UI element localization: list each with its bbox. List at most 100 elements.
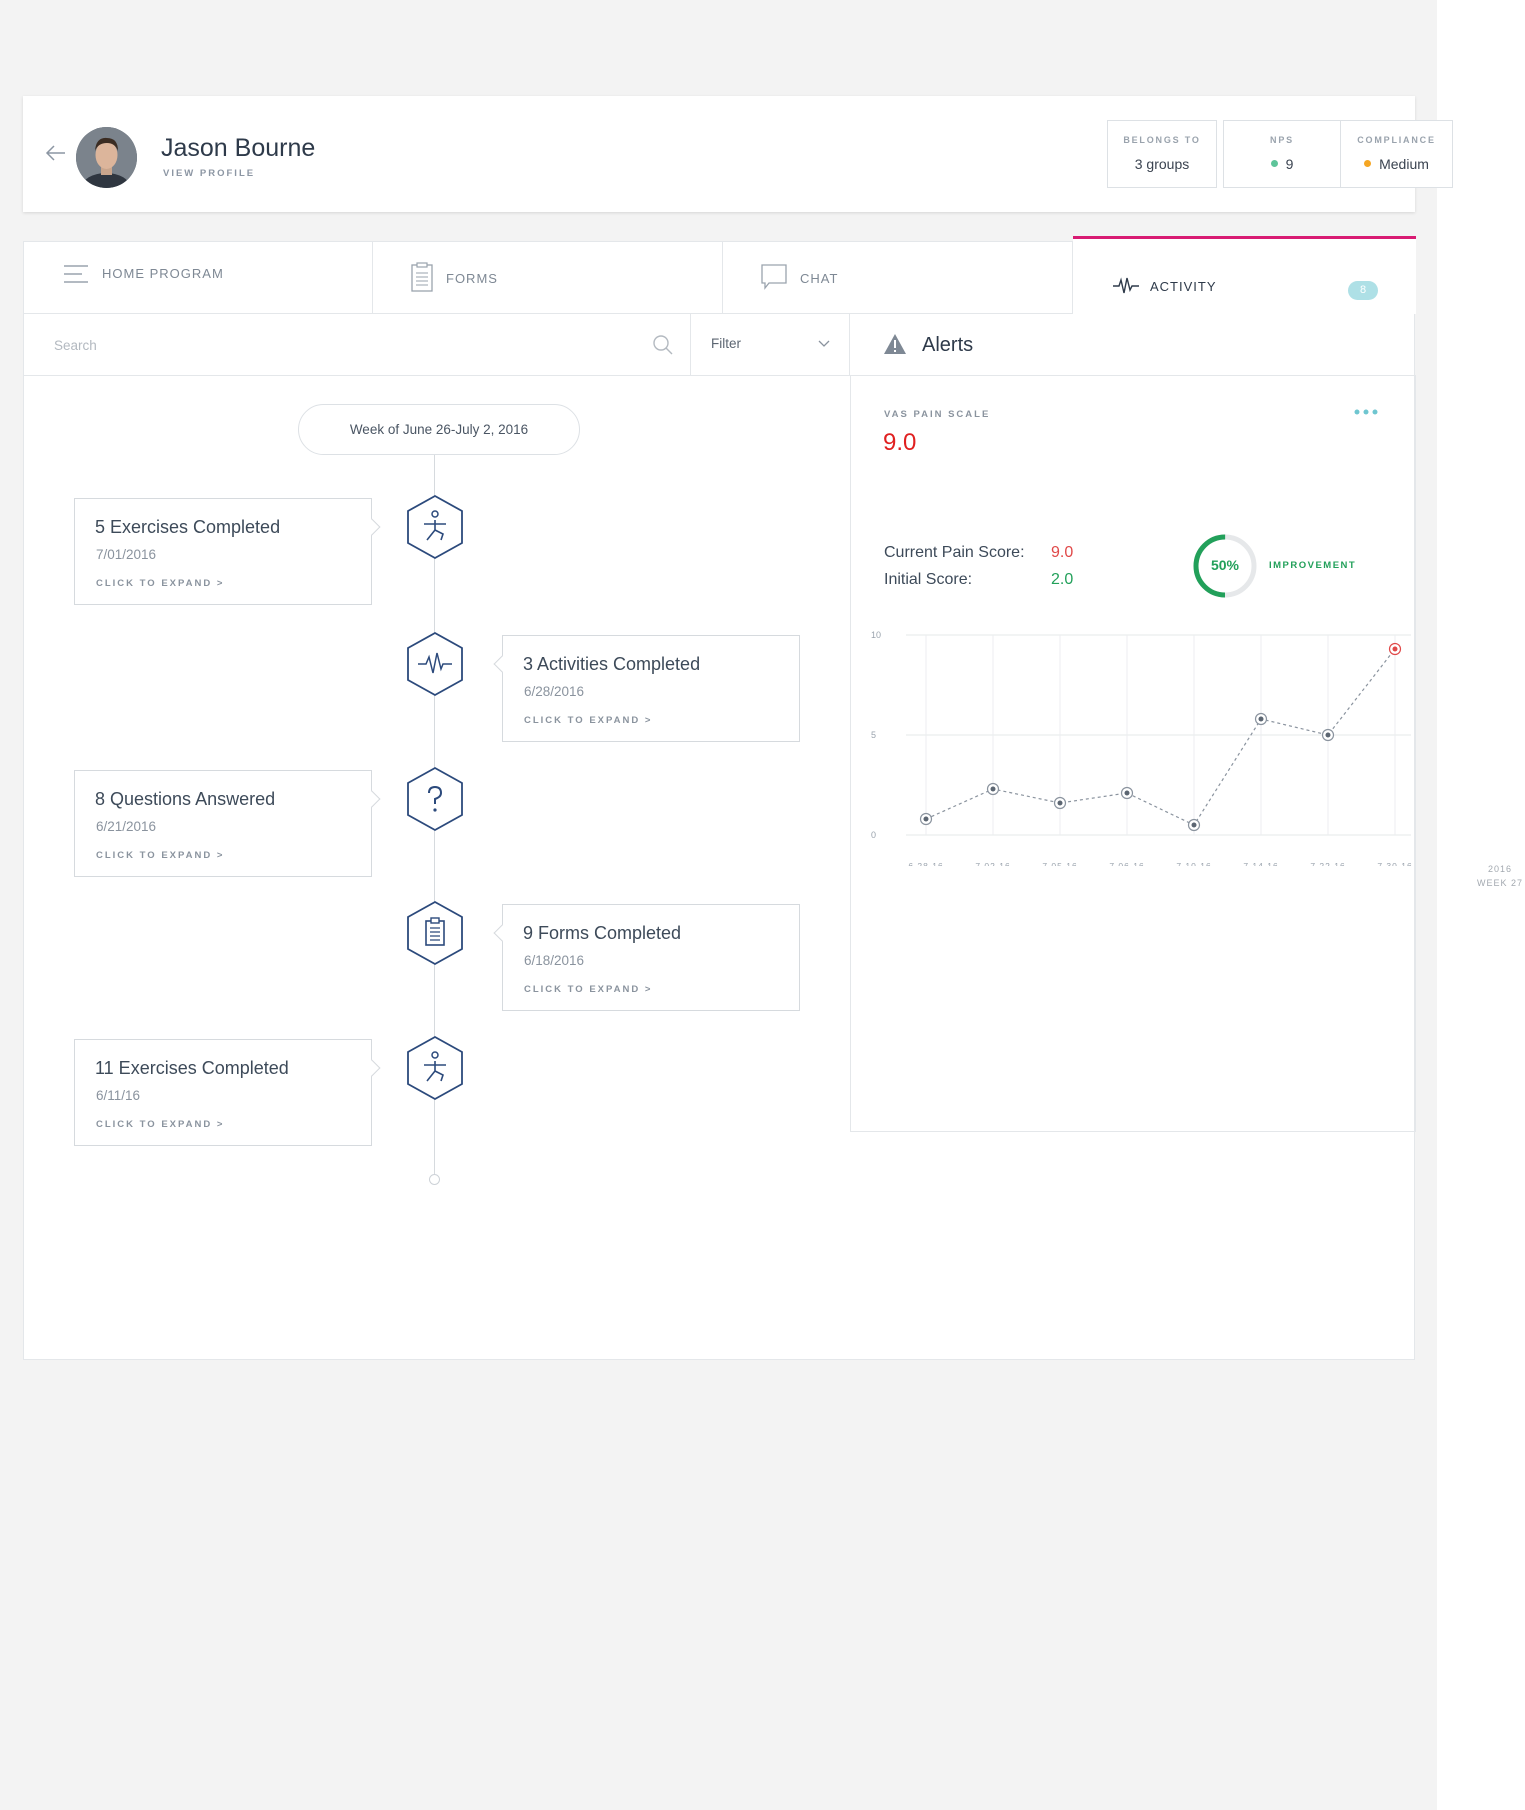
filter-label: Filter bbox=[711, 336, 741, 351]
chat-bubble-icon bbox=[761, 264, 787, 290]
tab-home-program-label: HOME PROGRAM bbox=[102, 266, 224, 281]
x-tick-label: 6.28.16 bbox=[908, 861, 943, 866]
exercise-figure-icon bbox=[407, 494, 463, 560]
nps-stat-value: 9 bbox=[1285, 156, 1294, 172]
timeline-event-card[interactable]: 5 Exercises Completed 7/01/2016 CLICK TO… bbox=[74, 498, 381, 605]
week-range-pill: Week of June 26-July 2, 2016 bbox=[298, 404, 580, 455]
pulse-icon bbox=[1113, 277, 1139, 294]
expand-link[interactable]: CLICK TO EXPAND > bbox=[96, 850, 224, 861]
x-tick-label: 7.14.16 bbox=[1243, 861, 1278, 866]
alerts-header: Alerts bbox=[850, 314, 1416, 376]
event-date: 6/28/2016 bbox=[524, 684, 585, 699]
search-bar: Filter bbox=[24, 314, 850, 376]
side-note-week: WEEK 27 bbox=[1476, 878, 1523, 888]
compliance-stat-value-wrap: Medium bbox=[1341, 156, 1452, 172]
groups-stat-value: 3 groups bbox=[1134, 156, 1190, 172]
event-title: 3 Activities Completed bbox=[523, 654, 701, 674]
vas-alert-panel: VAS PAIN SCALE 9.0 Current Pain Score: 9… bbox=[850, 376, 1416, 1132]
event-date: 6/18/2016 bbox=[524, 953, 585, 968]
card-pointer bbox=[493, 655, 511, 673]
timeline-event-card[interactable]: 9 Forms Completed 6/18/2016 CLICK TO EXP… bbox=[493, 904, 800, 1011]
view-profile-link[interactable]: VIEW PROFILE bbox=[163, 168, 255, 179]
tab-bar: HOME PROGRAM FORMS CHAT ACTIVITY 8 bbox=[24, 236, 1416, 314]
back-arrow-icon[interactable] bbox=[43, 140, 69, 166]
menu-lines-icon bbox=[64, 265, 88, 283]
groups-stat[interactable]: BELONGS TO 3 groups bbox=[1107, 120, 1217, 188]
tab-activity[interactable]: ACTIVITY 8 bbox=[1073, 236, 1416, 314]
card-pointer bbox=[363, 1059, 381, 1077]
event-date: 6/11/16 bbox=[96, 1088, 141, 1103]
nps-stat-label: NPS bbox=[1270, 135, 1294, 145]
card-pointer bbox=[363, 790, 381, 808]
data-point-center bbox=[1124, 790, 1130, 796]
tab-home-program[interactable]: HOME PROGRAM bbox=[24, 242, 373, 314]
event-title: 8 Questions Answered bbox=[95, 789, 276, 809]
nps-status-dot bbox=[1270, 160, 1278, 167]
clipboard-icon bbox=[407, 900, 463, 966]
compliance-stat-value: Medium bbox=[1379, 156, 1429, 172]
expand-link[interactable]: CLICK TO EXPAND > bbox=[524, 984, 652, 995]
improvement-label: IMPROVEMENT bbox=[1269, 560, 1357, 571]
chevron-down-icon bbox=[818, 340, 830, 347]
x-tick-label: 7.05.16 bbox=[1042, 861, 1077, 866]
data-point-center bbox=[1258, 716, 1264, 722]
search-input[interactable] bbox=[54, 334, 614, 356]
timeline-event-card[interactable]: 3 Activities Completed 6/28/2016 CLICK T… bbox=[493, 635, 800, 742]
event-title: 9 Forms Completed bbox=[523, 923, 682, 943]
data-point-center bbox=[1325, 732, 1331, 738]
vas-value: 9.0 bbox=[883, 429, 917, 456]
tab-activity-label: ACTIVITY bbox=[1150, 279, 1217, 294]
patient-activity-card: HOME PROGRAM FORMS CHAT ACTIVITY 8 Searc… bbox=[23, 236, 1416, 1360]
tab-chat-label: CHAT bbox=[800, 271, 839, 286]
expand-link[interactable]: CLICK TO EXPAND > bbox=[96, 1119, 224, 1130]
tab-forms[interactable]: FORMS bbox=[373, 242, 723, 314]
x-tick-label: 7.02.16 bbox=[975, 861, 1010, 866]
warning-icon bbox=[884, 334, 906, 354]
pulse-icon bbox=[407, 631, 463, 697]
timeline-event-card[interactable]: 8 Questions Answered 6/21/2016 CLICK TO … bbox=[74, 770, 381, 877]
tab-chat[interactable]: CHAT bbox=[723, 242, 1073, 314]
compliance-stat: COMPLIANCE Medium bbox=[1340, 120, 1453, 188]
user-name: Jason Bourne bbox=[161, 134, 316, 162]
initial-score-label: Initial Score: bbox=[884, 571, 973, 588]
timeline-event-card[interactable]: 11 Exercises Completed 6/11/16 CLICK TO … bbox=[74, 1039, 381, 1146]
week-side-note: 2016 WEEK 27 bbox=[1470, 862, 1525, 890]
event-date: 7/01/2016 bbox=[96, 547, 157, 562]
expand-link[interactable]: CLICK TO EXPAND > bbox=[96, 578, 224, 589]
card-pointer bbox=[493, 924, 511, 942]
timeline-end-node bbox=[429, 1174, 440, 1185]
expand-link[interactable]: CLICK TO EXPAND > bbox=[524, 715, 652, 726]
groups-stat-label: BELONGS TO bbox=[1123, 135, 1201, 145]
improvement-percent: 50% bbox=[1210, 557, 1240, 573]
initial-score-value: 2.0 bbox=[1051, 571, 1074, 588]
activity-count-badge: 8 bbox=[1348, 281, 1378, 300]
compliance-stat-label: COMPLIANCE bbox=[1357, 135, 1436, 145]
side-note-year: 2016 bbox=[1487, 864, 1513, 874]
nps-stat: NPS 9 bbox=[1223, 120, 1341, 188]
nps-stat-value-wrap: 9 bbox=[1224, 156, 1340, 172]
x-tick-label: 7.10.16 bbox=[1176, 861, 1211, 866]
y-tick-label: 10 bbox=[871, 630, 881, 640]
more-options-icon[interactable] bbox=[1351, 406, 1381, 418]
exercise-figure-icon bbox=[407, 1035, 463, 1101]
avatar[interactable] bbox=[76, 127, 137, 188]
vas-label: VAS PAIN SCALE bbox=[884, 409, 991, 420]
x-tick-label: 7.22.16 bbox=[1310, 861, 1345, 866]
x-tick-label: 7.06.16 bbox=[1109, 861, 1144, 866]
y-tick-label: 0 bbox=[871, 830, 876, 840]
tab-forms-label: FORMS bbox=[446, 271, 498, 286]
filter-dropdown[interactable]: Filter bbox=[690, 314, 850, 375]
compliance-status-dot bbox=[1364, 160, 1372, 167]
profile-header: Jason Bourne VIEW PROFILE BELONGS TO 3 g… bbox=[23, 96, 1453, 212]
right-margin-panel bbox=[1437, 0, 1525, 1810]
event-title: 5 Exercises Completed bbox=[95, 517, 281, 537]
data-point-center bbox=[1057, 800, 1063, 806]
data-point-center bbox=[923, 816, 929, 822]
event-title: 11 Exercises Completed bbox=[95, 1058, 289, 1078]
alerts-title: Alerts bbox=[922, 334, 974, 356]
pain-score-chart: 10 5 0 6.28.16 7.02.16 7.05.16 7.06.16 7.10.16 7… bbox=[871, 630, 1412, 866]
event-date: 6/21/2016 bbox=[96, 819, 157, 834]
data-point-center bbox=[1191, 822, 1197, 828]
search-icon[interactable] bbox=[652, 334, 674, 356]
question-icon bbox=[407, 766, 463, 832]
